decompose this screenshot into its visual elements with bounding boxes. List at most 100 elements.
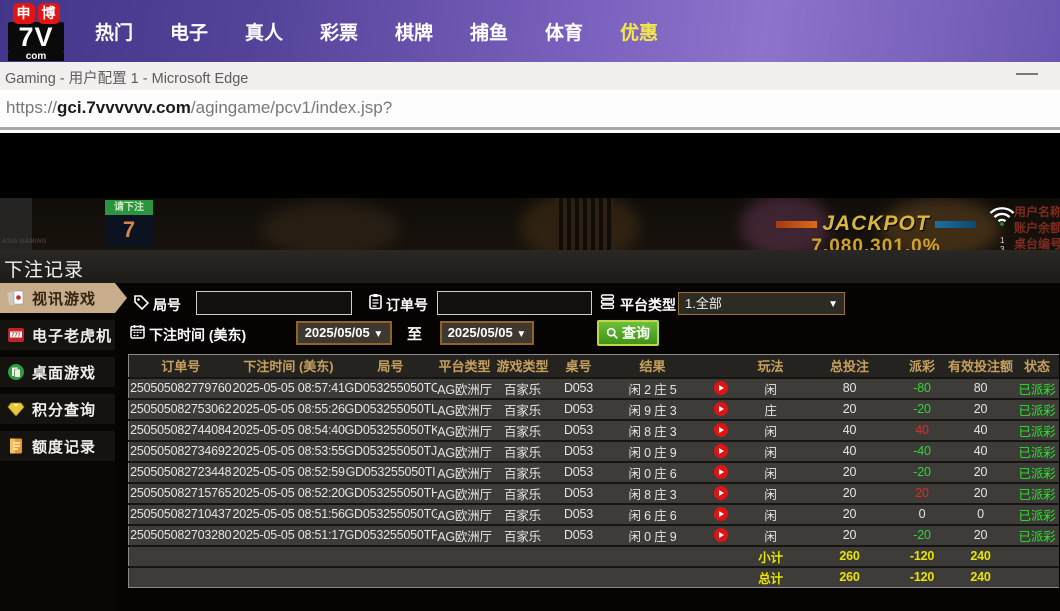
col-platform: 平台类型: [437, 355, 493, 378]
valid-bet-cell: 0: [946, 504, 1016, 525]
nav-item-electronic[interactable]: 电子: [168, 18, 210, 45]
sidebar: 视讯游戏 777电子老虎机桌面游戏积分查询额度记录: [0, 283, 115, 611]
order-id-cell: 250505082710437: [129, 504, 233, 525]
replay-play-button[interactable]: [714, 528, 728, 542]
nav-item-fishing[interactable]: 捕鱼: [468, 18, 510, 45]
play-type-cell: 闲: [741, 441, 801, 462]
total-bet-cell: 20: [801, 525, 899, 546]
subtotal-valid-bet: 240: [946, 546, 1016, 567]
result-cell: 闲 0 庄 9: [605, 525, 701, 546]
play-type-cell: 庄: [741, 399, 801, 420]
platform-cell: AG欧洲厅: [437, 441, 493, 462]
replay-play-button[interactable]: [714, 465, 728, 479]
sidebar-item-label: 桌面游戏: [32, 362, 96, 383]
bet-prompt: 请下注: [105, 200, 153, 215]
points-icon: [6, 399, 26, 419]
grand-total-row: 总计 260 -120 240: [129, 567, 1059, 588]
records-icon: [6, 436, 26, 456]
minimize-icon[interactable]: [1016, 73, 1038, 75]
order-id-cell: 250505082753062: [129, 399, 233, 420]
table-no-cell: D053: [553, 378, 605, 399]
col-bet-time: 下注时间 (美东): [233, 355, 345, 378]
result-cell: 闲 2 庄 5: [605, 378, 701, 399]
col-round-id: 局号: [345, 355, 437, 378]
table-row: 2505050827104372025-05-05 08:51:56GD0532…: [129, 504, 1059, 525]
page-content: ASIA GAMING 请下注 7 JACKPOT 7,080,301.0%: [0, 130, 1060, 611]
replay-play-button[interactable]: [714, 402, 728, 416]
replay-play-button[interactable]: [714, 381, 728, 395]
logo-badge-1: 申: [13, 3, 35, 24]
game-type-cell: 百家乐: [493, 525, 553, 546]
platform-cell: AG欧洲厅: [437, 525, 493, 546]
valid-bet-cell: 20: [946, 399, 1016, 420]
calendar-icon: [129, 323, 146, 340]
status-cell: 已派彩: [1016, 483, 1059, 504]
banner-decor: [260, 202, 400, 250]
subtotal-total-bet: 260: [801, 546, 899, 567]
platform-filter-label: 平台类型: [620, 295, 676, 315]
replay-cell: [701, 483, 741, 504]
sidebar-item-table-games[interactable]: 桌面游戏: [0, 357, 115, 387]
site-logo[interactable]: 申 博 7V com: [8, 3, 64, 61]
nav-item-sports[interactable]: 体育: [543, 18, 585, 45]
payout-cell: -20: [899, 525, 946, 546]
sidebar-item-points-query[interactable]: 积分查询: [0, 394, 115, 424]
page-body: 视讯游戏 777电子老虎机桌面游戏积分查询额度记录 局号 订单号 平台类型 ▼ 1…: [0, 283, 1060, 611]
valid-bet-cell: 20: [946, 525, 1016, 546]
bet-time-cell: 2025-05-05 08:52:59: [233, 462, 345, 483]
order-id-cell: 250505082744084: [129, 420, 233, 441]
table-no-cell: D053: [553, 504, 605, 525]
date-from-select[interactable]: 2025/05/05 ▼: [296, 321, 392, 345]
sidebar-item-quota-records[interactable]: 额度记录: [0, 431, 115, 461]
live-video-banner: ASIA GAMING 请下注 7 JACKPOT 7,080,301.0%: [0, 198, 1060, 250]
wifi-icon: [988, 205, 1016, 232]
nav-item-promo[interactable]: 优惠: [618, 18, 660, 45]
nav-item-lottery[interactable]: 彩票: [318, 18, 360, 45]
sidebar-item-slots[interactable]: 777电子老虎机: [0, 320, 115, 350]
jackpot-panel: JACKPOT 7,080,301.0%: [776, 212, 976, 250]
bet-table-body: 2505050827797602025-05-05 08:57:41GD0532…: [129, 378, 1059, 546]
search-button[interactable]: 查询: [597, 320, 659, 346]
platform-cell: AG欧洲厅: [437, 462, 493, 483]
dropdown-arrow-icon: ▼: [828, 294, 838, 315]
table-header: 订单号 下注时间 (美东) 局号 平台类型 游戏类型 桌号 结果 玩法 总投注 …: [129, 355, 1059, 378]
status-cell: 已派彩: [1016, 462, 1059, 483]
nav-item-board[interactable]: 棋牌: [393, 18, 435, 45]
status-cell: 已派彩: [1016, 399, 1059, 420]
replay-play-button[interactable]: [714, 423, 728, 437]
replay-play-button[interactable]: [714, 507, 728, 521]
page-header-bar: 下注记录: [0, 250, 1060, 283]
sidebar-item-video-games[interactable]: 视讯游戏: [0, 283, 115, 313]
date-to-select[interactable]: 2025/05/05 ▼: [440, 321, 534, 345]
nav-item-hot[interactable]: 热门: [93, 18, 135, 45]
table-no-cell: D053: [553, 525, 605, 546]
platform-cell: AG欧洲厅: [437, 483, 493, 504]
order-input[interactable]: [437, 291, 592, 315]
table-row: 2505050827440842025-05-05 08:54:40GD0532…: [129, 420, 1059, 441]
table-no-cell: D053: [553, 462, 605, 483]
replay-play-button[interactable]: [714, 486, 728, 500]
svg-text:777: 777: [11, 333, 20, 339]
url-domain: gci.7vvvvvv.com: [57, 98, 191, 117]
subtotal-row: 小计 260 -120 240: [129, 546, 1059, 567]
platform-cell: AG欧洲厅: [437, 378, 493, 399]
grand-total-valid-bet: 240: [946, 567, 1016, 588]
bet-time-cell: 2025-05-05 08:54:40: [233, 420, 345, 441]
replay-play-button[interactable]: [714, 444, 728, 458]
round-input[interactable]: [196, 291, 352, 315]
replay-cell: [701, 420, 741, 441]
grand-total-label: 总计: [741, 567, 801, 588]
result-cell: 闲 9 庄 3: [605, 399, 701, 420]
nav-item-live[interactable]: 真人: [243, 18, 285, 45]
browser-titlebar: Gaming - 用户配置 1 - Microsoft Edge: [0, 62, 1060, 90]
total-bet-cell: 20: [801, 399, 899, 420]
replay-cell: [701, 525, 741, 546]
date-from-value: 2025/05/05: [305, 325, 370, 340]
browser-urlbar[interactable]: https://gci.7vvvvvv.com/agingame/pcv1/in…: [0, 90, 1060, 127]
url-text[interactable]: https://gci.7vvvvvv.com/agingame/pcv1/in…: [6, 98, 392, 118]
platform-select[interactable]: ▼ 1.全部: [678, 292, 845, 315]
total-bet-cell: 20: [801, 504, 899, 525]
bet-countdown: 7: [105, 215, 153, 247]
sidebar-item-label: 视讯游戏: [32, 288, 96, 309]
col-order-id: 订单号: [129, 355, 233, 378]
